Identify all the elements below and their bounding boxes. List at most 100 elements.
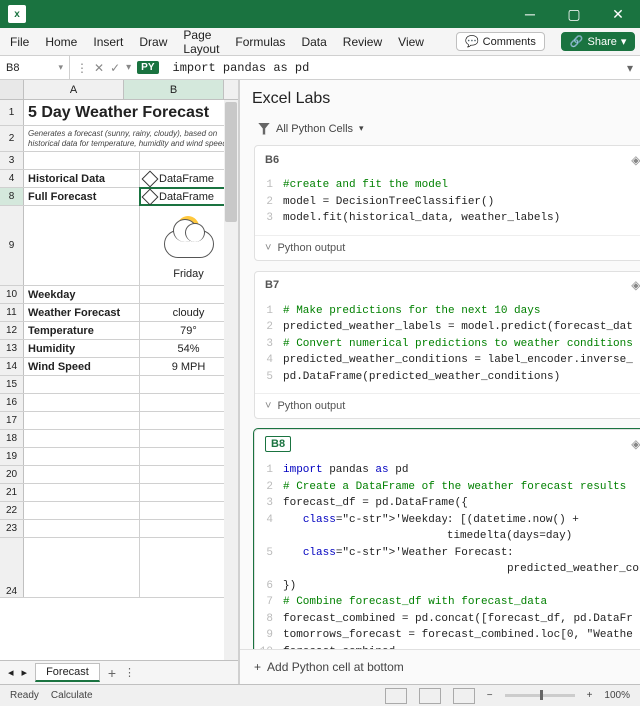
code-card-b7[interactable]: B7◈▾▫⤢1# Make predictions for the next 1… — [254, 271, 640, 420]
minimize-button[interactable]: ─ — [508, 0, 552, 28]
row-header[interactable]: 19 — [0, 448, 24, 465]
formula-input[interactable]: import pandas as pd — [165, 61, 621, 75]
row-header[interactable]: 18 — [0, 430, 24, 447]
code-line[interactable]: 1# Make predictions for the next 10 days — [255, 303, 640, 320]
cell[interactable] — [24, 520, 140, 537]
row-header[interactable]: 4 — [0, 170, 24, 187]
tab-page-layout[interactable]: Page Layout — [183, 28, 219, 56]
filter-bar[interactable]: All Python Cells ▾ ⋯ — [240, 118, 640, 145]
row-header[interactable]: 17 — [0, 412, 24, 429]
code-card-b8[interactable]: B8◈▾▫⤢1import pandas as pd2# Create a Da… — [254, 429, 640, 649]
code-line[interactable]: 9tomorrows_forecast = forecast_combined.… — [255, 627, 640, 644]
code-card-b6[interactable]: B6◈▾▫⤢1#create and fit the model2model =… — [254, 145, 640, 261]
layers-icon[interactable]: ◈ — [631, 278, 640, 292]
tab-data[interactable]: Data — [301, 35, 326, 49]
row-header[interactable]: 1 — [0, 100, 24, 125]
zoom-slider[interactable] — [505, 694, 575, 697]
row-header[interactable]: 2 — [0, 126, 24, 151]
close-button[interactable]: ✕ — [596, 0, 640, 28]
cell-reference[interactable]: B8 — [265, 436, 291, 452]
row-header[interactable]: 22 — [0, 502, 24, 519]
layers-icon[interactable]: ◈ — [631, 153, 640, 167]
row-header[interactable]: 12 — [0, 322, 24, 339]
code-line[interactable]: 3# Convert numerical predictions to weat… — [255, 336, 640, 353]
tab-formulas[interactable]: Formulas — [235, 35, 285, 49]
cell[interactable] — [24, 376, 140, 393]
code-line[interactable]: 4 class="c-str">'Weekday': [(datetime.no… — [255, 512, 640, 545]
view-page-layout-icon[interactable] — [419, 688, 441, 704]
code-line[interactable]: 4predicted_weather_conditions = label_en… — [255, 352, 640, 369]
row-header[interactable]: 21 — [0, 484, 24, 501]
row-header[interactable]: 10 — [0, 286, 24, 303]
cell[interactable] — [24, 152, 140, 169]
formula-expand-icon[interactable]: ▾ — [620, 61, 640, 75]
tab-review[interactable]: Review — [343, 35, 382, 49]
select-all-corner[interactable] — [0, 80, 24, 99]
code-line[interactable]: 2predicted_weather_labels = model.predic… — [255, 319, 640, 336]
share-button[interactable]: 🔗 Share ▾ — [561, 32, 636, 51]
row-header[interactable]: 13 — [0, 340, 24, 357]
cell-reference[interactable]: B6 — [265, 154, 279, 166]
cell[interactable] — [24, 448, 140, 465]
row-header[interactable]: 15 — [0, 376, 24, 393]
code-line[interactable]: 6}) — [255, 578, 640, 595]
cell-historical-data-label[interactable]: Historical Data — [24, 170, 140, 187]
code-body[interactable]: 1#create and fit the model2model = Decis… — [255, 173, 640, 235]
cell[interactable] — [24, 430, 140, 447]
cell-wind-label[interactable]: Wind Speed — [24, 358, 140, 375]
status-calculate[interactable]: Calculate — [51, 690, 93, 701]
code-body[interactable]: 1# Make predictions for the next 10 days… — [255, 299, 640, 394]
cell[interactable] — [24, 484, 140, 501]
sheet-tab-forecast[interactable]: Forecast — [35, 663, 100, 682]
zoom-in-icon[interactable]: + — [587, 690, 593, 701]
sheet-nav-prev-icon[interactable]: ◂ — [8, 666, 14, 679]
cell[interactable] — [24, 538, 140, 597]
row-header[interactable]: 24 — [0, 538, 24, 597]
tab-home[interactable]: Home — [45, 35, 77, 49]
add-python-cell-button[interactable]: + Add Python cell at bottom — [240, 649, 640, 684]
code-line[interactable]: 3model.fit(historical_data, weather_labe… — [255, 210, 640, 227]
view-page-break-icon[interactable] — [453, 688, 475, 704]
zoom-out-icon[interactable]: − — [487, 690, 493, 701]
column-header-b[interactable]: B — [124, 80, 224, 99]
cancel-icon[interactable]: ⋮ — [76, 61, 88, 75]
cell[interactable] — [24, 394, 140, 411]
python-output-toggle[interactable]: ˅ Python output — [255, 393, 640, 418]
comments-button[interactable]: 💬 Comments — [456, 32, 545, 51]
cell-full-forecast-label[interactable]: Full Forecast — [24, 188, 140, 205]
python-output-toggle[interactable]: ˅ Python output — [255, 235, 640, 260]
name-box[interactable]: B8▾ — [0, 56, 70, 79]
code-line[interactable]: 5 class="c-str">'Weather Forecast': pred… — [255, 545, 640, 578]
row-header[interactable]: 16 — [0, 394, 24, 411]
sheet-menu-icon[interactable]: ⋮ — [124, 666, 135, 679]
cell[interactable] — [24, 412, 140, 429]
row-header[interactable]: 14 — [0, 358, 24, 375]
zoom-level[interactable]: 100% — [604, 690, 630, 701]
code-line[interactable]: 8forecast_combined = pd.concat([forecast… — [255, 611, 640, 628]
layers-icon[interactable]: ◈ — [631, 437, 640, 451]
code-line[interactable]: 2# Create a DataFrame of the weather for… — [255, 479, 640, 496]
sheet-nav-next-icon[interactable]: ▸ — [22, 666, 28, 679]
cell-humidity-label[interactable]: Humidity — [24, 340, 140, 357]
cell-title[interactable]: 5 Day Weather Forecast — [24, 100, 238, 125]
row-header[interactable]: 8 — [0, 188, 24, 205]
cell-reference[interactable]: B7 — [265, 279, 279, 291]
row-header[interactable]: 3 — [0, 152, 24, 169]
code-line[interactable]: 7# Combine forecast_df with forecast_dat… — [255, 594, 640, 611]
view-normal-icon[interactable] — [385, 688, 407, 704]
tab-file[interactable]: File — [10, 35, 29, 49]
code-line[interactable]: 3forecast_df = pd.DataFrame({ — [255, 495, 640, 512]
tab-view[interactable]: View — [398, 35, 424, 49]
code-line[interactable]: 2model = DecisionTreeClassifier() — [255, 194, 640, 211]
dropdown-icon[interactable]: ▾ — [126, 62, 131, 73]
code-line[interactable]: 5pd.DataFrame(predicted_weather_conditio… — [255, 369, 640, 386]
code-line[interactable]: 1#create and fit the model — [255, 177, 640, 194]
cancel-x-icon[interactable]: ✕ — [94, 61, 104, 75]
row-header[interactable]: 9 — [0, 206, 24, 285]
vertical-scrollbar[interactable] — [224, 100, 238, 660]
cell[interactable] — [24, 502, 140, 519]
code-line[interactable]: 1import pandas as pd — [255, 462, 640, 479]
column-header-a[interactable]: A — [24, 80, 124, 99]
row-header[interactable]: 11 — [0, 304, 24, 321]
cell[interactable] — [24, 206, 140, 285]
